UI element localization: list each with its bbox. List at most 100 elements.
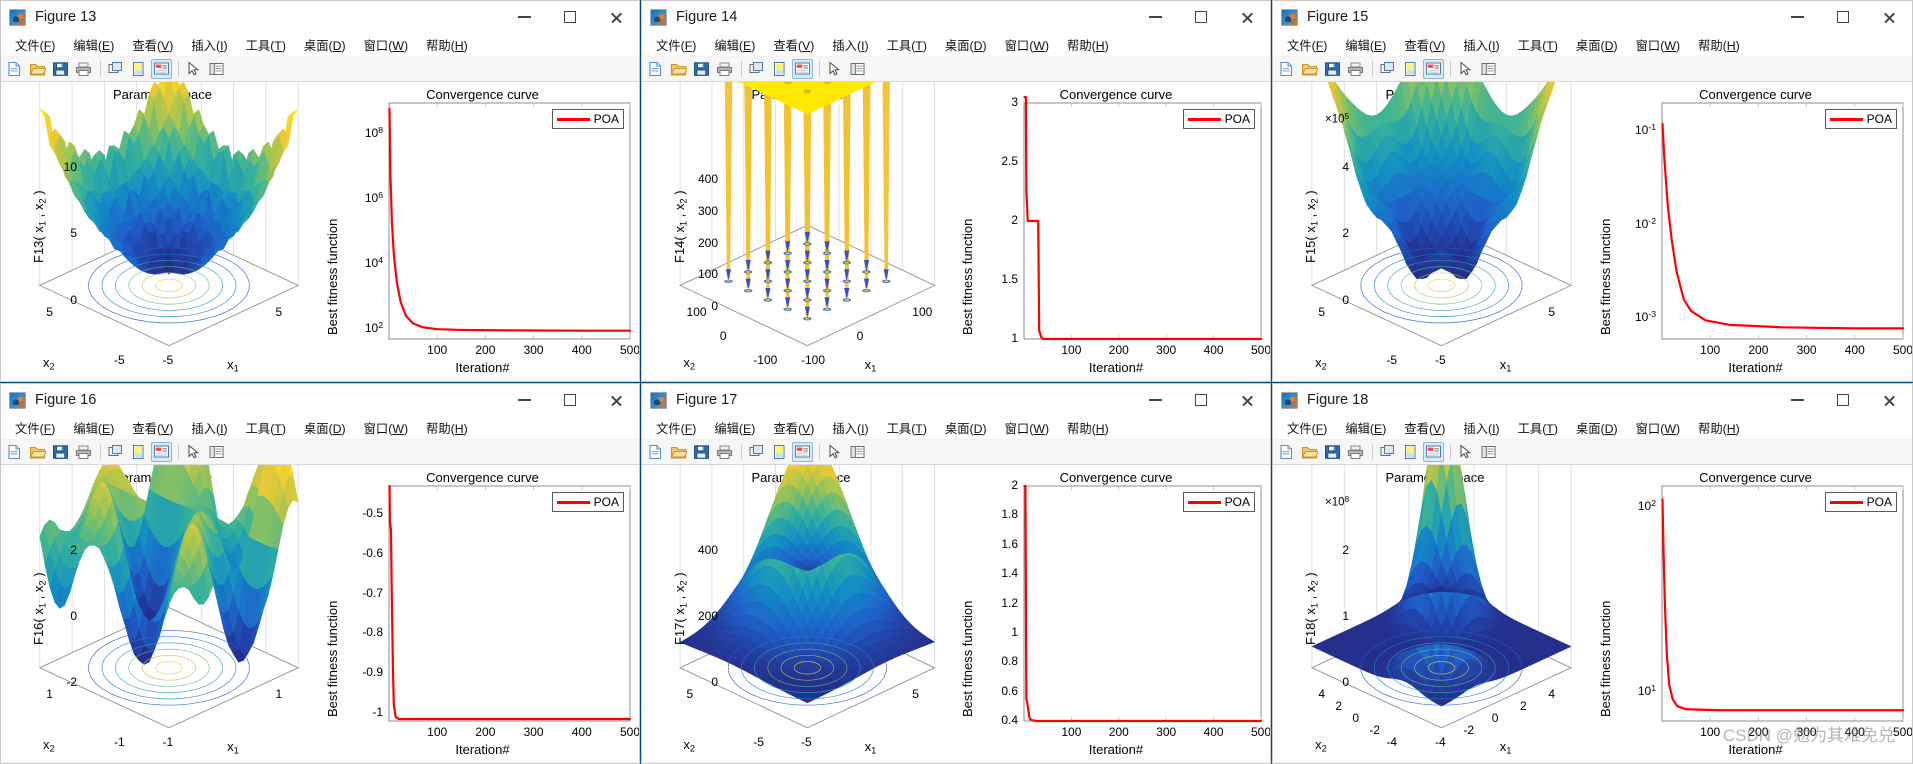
menu-item-d[interactable]: 桌面(D)	[936, 36, 996, 54]
menu-item-v[interactable]: 查看(V)	[764, 419, 823, 437]
save-figure-button[interactable]	[1322, 59, 1343, 79]
menu-item-t[interactable]: 工具(T)	[878, 36, 936, 54]
maximize-button[interactable]	[1178, 1, 1224, 34]
link-plot-button[interactable]	[1377, 442, 1398, 462]
insert-legend-button[interactable]	[792, 59, 813, 79]
menu-item-t[interactable]: 工具(T)	[1509, 419, 1567, 437]
print-figure-button[interactable]	[714, 442, 735, 462]
open-file-button[interactable]	[1299, 59, 1320, 79]
menu-item-v[interactable]: 查看(V)	[1395, 36, 1454, 54]
menu-item-i[interactable]: 插入(I)	[182, 419, 236, 437]
maximize-button[interactable]	[547, 384, 593, 417]
open-file-button[interactable]	[27, 442, 48, 462]
new-figure-button[interactable]	[645, 442, 666, 462]
insert-legend-button[interactable]	[792, 442, 813, 462]
link-plot-button[interactable]	[746, 442, 767, 462]
maximize-button[interactable]	[1820, 384, 1866, 417]
show-plot-tools-button[interactable]	[206, 442, 227, 462]
menu-item-w[interactable]: 窗口(W)	[355, 419, 417, 437]
print-figure-button[interactable]	[1345, 442, 1366, 462]
menu-item-w[interactable]: 窗口(W)	[996, 36, 1058, 54]
edit-pointer-button[interactable]	[183, 59, 204, 79]
menu-item-v[interactable]: 查看(V)	[1395, 419, 1454, 437]
menu-item-d[interactable]: 桌面(D)	[936, 419, 996, 437]
edit-pointer-button[interactable]	[1455, 442, 1476, 462]
close-button[interactable]	[593, 1, 639, 34]
menu-item-t[interactable]: 工具(T)	[1509, 36, 1567, 54]
menu-item-e[interactable]: 编辑(E)	[705, 419, 764, 437]
menu-item-h[interactable]: 帮助(H)	[1058, 419, 1118, 437]
minimize-button[interactable]	[1774, 384, 1820, 417]
open-file-button[interactable]	[1299, 442, 1320, 462]
minimize-button[interactable]	[501, 1, 547, 34]
menu-item-e[interactable]: 编辑(E)	[1336, 36, 1395, 54]
insert-colorbar-button[interactable]	[1400, 442, 1421, 462]
save-figure-button[interactable]	[50, 59, 71, 79]
new-figure-button[interactable]	[4, 442, 25, 462]
edit-pointer-button[interactable]	[824, 59, 845, 79]
insert-colorbar-button[interactable]	[1400, 59, 1421, 79]
menu-item-f[interactable]: 文件(F)	[647, 36, 705, 54]
link-plot-button[interactable]	[105, 442, 126, 462]
menu-item-d[interactable]: 桌面(D)	[1567, 36, 1627, 54]
show-plot-tools-button[interactable]	[206, 59, 227, 79]
maximize-button[interactable]	[1820, 1, 1866, 34]
menu-item-h[interactable]: 帮助(H)	[1689, 419, 1749, 437]
menu-item-w[interactable]: 窗口(W)	[996, 419, 1058, 437]
menu-item-h[interactable]: 帮助(H)	[1689, 36, 1749, 54]
menu-item-w[interactable]: 窗口(W)	[1627, 36, 1689, 54]
menu-item-t[interactable]: 工具(T)	[237, 419, 295, 437]
new-figure-button[interactable]	[1276, 59, 1297, 79]
show-plot-tools-button[interactable]	[847, 59, 868, 79]
menu-item-f[interactable]: 文件(F)	[6, 36, 64, 54]
insert-colorbar-button[interactable]	[769, 59, 790, 79]
minimize-button[interactable]	[1774, 1, 1820, 34]
save-figure-button[interactable]	[691, 442, 712, 462]
menu-item-w[interactable]: 窗口(W)	[1627, 419, 1689, 437]
open-file-button[interactable]	[668, 59, 689, 79]
maximize-button[interactable]	[1178, 384, 1224, 417]
print-figure-button[interactable]	[1345, 59, 1366, 79]
menu-item-v[interactable]: 查看(V)	[123, 36, 182, 54]
maximize-button[interactable]	[547, 1, 593, 34]
show-plot-tools-button[interactable]	[1478, 442, 1499, 462]
menu-item-f[interactable]: 文件(F)	[6, 419, 64, 437]
show-plot-tools-button[interactable]	[847, 442, 868, 462]
link-plot-button[interactable]	[746, 59, 767, 79]
link-plot-button[interactable]	[1377, 59, 1398, 79]
insert-legend-button[interactable]	[151, 442, 172, 462]
edit-pointer-button[interactable]	[183, 442, 204, 462]
menu-item-d[interactable]: 桌面(D)	[295, 419, 355, 437]
menu-item-i[interactable]: 插入(I)	[1454, 36, 1508, 54]
print-figure-button[interactable]	[73, 59, 94, 79]
close-button[interactable]	[1866, 384, 1912, 417]
insert-legend-button[interactable]	[1423, 442, 1444, 462]
save-figure-button[interactable]	[50, 442, 71, 462]
insert-legend-button[interactable]	[1423, 59, 1444, 79]
menu-item-v[interactable]: 查看(V)	[764, 36, 823, 54]
link-plot-button[interactable]	[105, 59, 126, 79]
menu-item-i[interactable]: 插入(I)	[182, 36, 236, 54]
menu-item-e[interactable]: 编辑(E)	[64, 419, 123, 437]
open-file-button[interactable]	[668, 442, 689, 462]
new-figure-button[interactable]	[645, 59, 666, 79]
open-file-button[interactable]	[27, 59, 48, 79]
save-figure-button[interactable]	[1322, 442, 1343, 462]
insert-colorbar-button[interactable]	[128, 442, 149, 462]
minimize-button[interactable]	[1132, 1, 1178, 34]
menu-item-d[interactable]: 桌面(D)	[295, 36, 355, 54]
save-figure-button[interactable]	[691, 59, 712, 79]
menu-item-i[interactable]: 插入(I)	[823, 419, 877, 437]
edit-pointer-button[interactable]	[1455, 59, 1476, 79]
menu-item-h[interactable]: 帮助(H)	[1058, 36, 1118, 54]
close-button[interactable]	[1224, 1, 1270, 34]
menu-item-i[interactable]: 插入(I)	[1454, 419, 1508, 437]
menu-item-d[interactable]: 桌面(D)	[1567, 419, 1627, 437]
menu-item-f[interactable]: 文件(F)	[1278, 419, 1336, 437]
minimize-button[interactable]	[1132, 384, 1178, 417]
new-figure-button[interactable]	[4, 59, 25, 79]
print-figure-button[interactable]	[714, 59, 735, 79]
menu-item-f[interactable]: 文件(F)	[647, 419, 705, 437]
insert-colorbar-button[interactable]	[128, 59, 149, 79]
close-button[interactable]	[593, 384, 639, 417]
